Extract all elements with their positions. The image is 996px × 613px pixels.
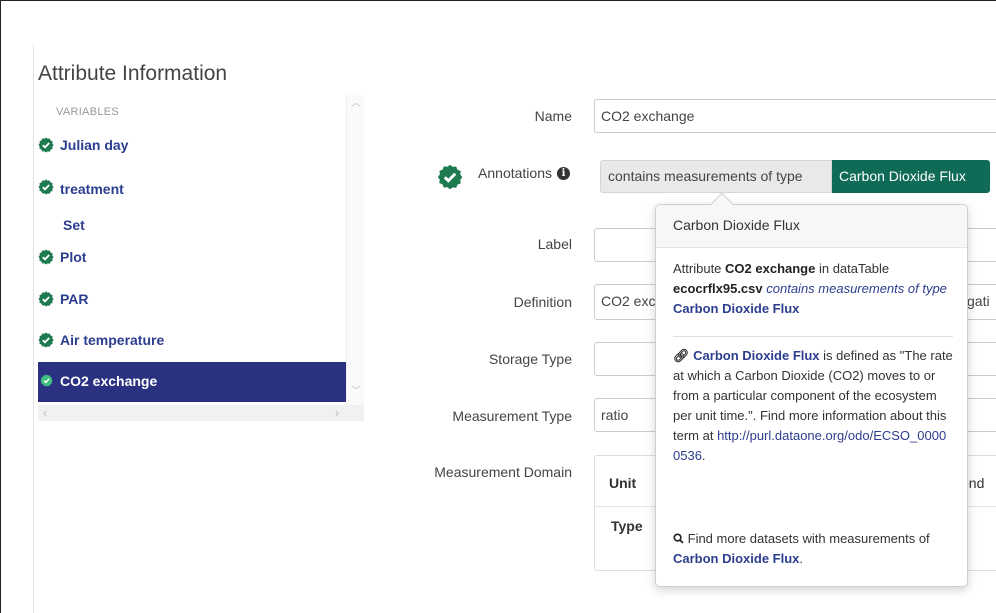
badge-check-icon (38, 179, 54, 198)
page-title: Attribute Information (38, 62, 228, 85)
popover-attribute-description: Attribute CO2 exchange in dataTable ecoc… (673, 259, 953, 319)
sidebar-item-plot[interactable]: Plot (38, 249, 346, 289)
annotations-label: Annotations (478, 165, 552, 181)
sidebar-item-label: Air temperature (60, 332, 165, 348)
sidebar-vertical-scrollbar[interactable]: ︿ ﹀ (346, 95, 364, 405)
definition-value-tail: gati (967, 293, 990, 309)
popover-find-datasets[interactable]: Find more datasets with measurements of … (673, 529, 953, 569)
popover-term-link[interactable]: Carbon Dioxide Flux (693, 348, 819, 363)
name-label: Name (534, 108, 572, 124)
domain-unit-label: Unit (609, 475, 637, 491)
sidebar-item-label: CO2 exchange (60, 373, 158, 389)
badge-check-icon (38, 249, 54, 268)
badge-check-icon (40, 374, 53, 390)
annotation-value[interactable]: Carbon Dioxide Flux (832, 160, 990, 193)
definition-label: Definition (513, 294, 572, 310)
popover-term-definition: 🔗︎ Carbon Dioxide Flux is defined as "Th… (673, 348, 953, 463)
info-icon[interactable]: i (557, 167, 570, 180)
popover-text: Attribute (673, 261, 726, 276)
measurement-domain-label: Measurement Domain (434, 464, 572, 480)
sidebar-item-julian-day[interactable]: Julian day (38, 137, 346, 177)
popover-text: in dataTable (815, 261, 890, 276)
scroll-left-icon[interactable]: ‹ (43, 407, 47, 419)
popover-attribute-name: CO2 exchange (725, 261, 816, 276)
scroll-right-icon[interactable]: › (335, 407, 339, 419)
popover-find-text: Find more datasets with measurements of (687, 531, 930, 546)
link-icon: 🔗︎ (673, 348, 690, 363)
badge-check-icon (38, 332, 54, 351)
sidebar-item-sublabel: Set (63, 217, 85, 233)
variables-header: VARIABLES (56, 106, 120, 118)
scroll-up-icon[interactable]: ︿ (351, 99, 361, 109)
label-label: Label (537, 236, 572, 252)
popover-find-term-link[interactable]: Carbon Dioxide Flux (673, 551, 799, 566)
annotations-badge-icon (437, 164, 463, 195)
annotation-popover: Carbon Dioxide Flux Attribute CO2 exchan… (655, 204, 968, 587)
domain-type-label: Type (611, 518, 643, 534)
sidebar-item-treatment[interactable]: treatment Set (38, 179, 346, 239)
badge-check-icon (38, 291, 54, 310)
content-divider (33, 45, 34, 613)
sidebar-horizontal-scrollbar[interactable]: ‹ › (38, 405, 364, 421)
annotation-property[interactable]: contains measurements of type (600, 160, 832, 193)
sidebar-item-label: Plot (60, 249, 87, 265)
sidebar-item-label: Julian day (60, 137, 129, 153)
measurement-type-label: Measurement Type (452, 408, 572, 424)
search-icon (673, 531, 688, 546)
popover-table-name: ecocrflx95.csv (673, 281, 763, 296)
name-input[interactable]: CO2 exchange (594, 99, 996, 133)
badge-check-icon (38, 137, 54, 156)
sidebar-item-label: PAR (60, 291, 89, 307)
scroll-down-icon[interactable]: ﹀ (351, 387, 361, 397)
storage-type-label: Storage Type (488, 351, 572, 367)
variables-sidebar: VARIABLES Julian day treatment Set Plot … (38, 95, 346, 425)
sidebar-item-co2-exchange[interactable]: CO2 exchange (38, 362, 346, 402)
popover-term-link[interactable]: Carbon Dioxide Flux (673, 301, 799, 316)
popover-property-link[interactable]: contains measurements of type (766, 281, 947, 296)
sidebar-item-par[interactable]: PAR (38, 291, 346, 331)
sidebar-item-label: treatment (60, 181, 124, 197)
definition-value: CO2 exc (601, 293, 656, 309)
popover-divider (673, 336, 953, 337)
popover-title: Carbon Dioxide Flux (656, 205, 967, 248)
